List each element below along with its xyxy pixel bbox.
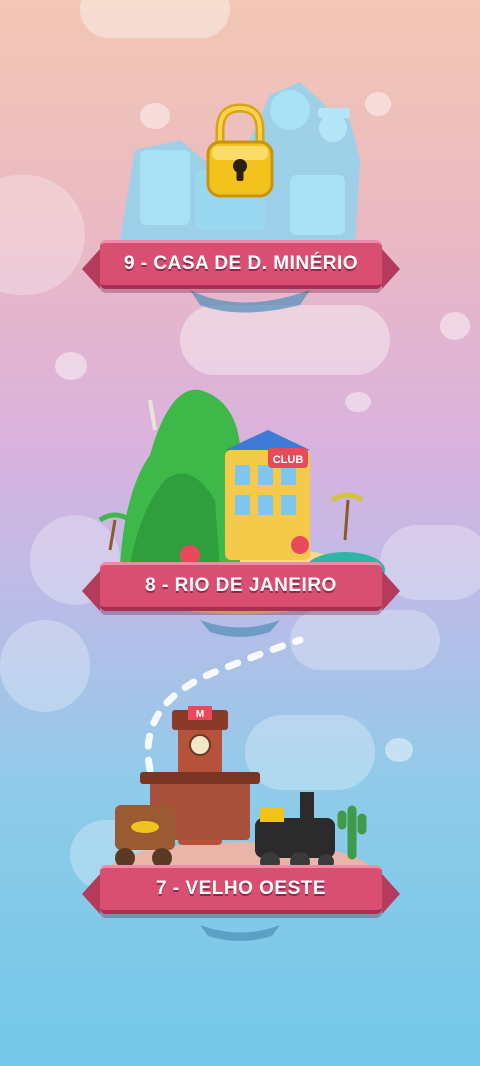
m-sign-text: M: [196, 709, 204, 720]
level-name-banner[interactable]: 8 - RIO DE JANEIRO: [82, 562, 400, 611]
wild-west-island: M: [110, 706, 370, 941]
level-name-banner[interactable]: 7 - VELHO OESTE: [82, 865, 400, 914]
level-node-9[interactable]: 9 - CASA DE D. MINÉRIO: [0, 0, 480, 320]
level-node-8[interactable]: CLUB 8 - RIO DE JANEIRO: [0, 370, 480, 650]
club-sign-text: CLUB: [273, 454, 304, 466]
level-name-banner[interactable]: 9 - CASA DE D. MINÉRIO: [82, 240, 400, 289]
level-map-screen[interactable]: 9 - CASA DE D. MINÉRIO CLUB 8 - RIO DE J…: [0, 0, 480, 1066]
padlock-icon: [206, 103, 274, 198]
level-node-7[interactable]: M 7 - VELHO OESTE: [0, 700, 480, 960]
